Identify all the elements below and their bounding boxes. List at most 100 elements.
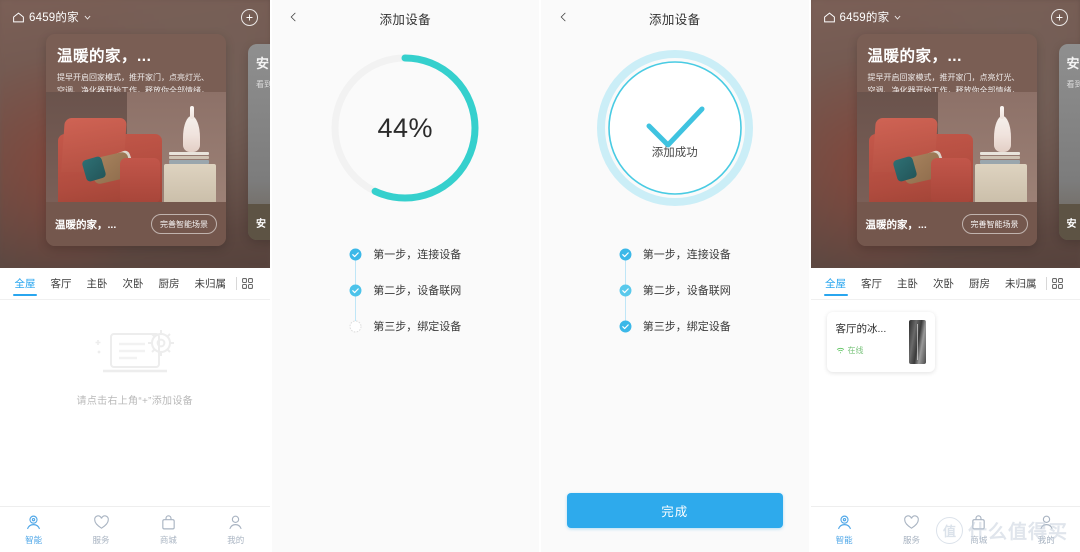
room-tab-0[interactable]: 全屋 (818, 269, 854, 299)
nav-label-smart: 智能 (835, 534, 853, 545)
progress-steps: 第一步，连接设备 第二步，设备联网 第三步，绑定设备 (272, 214, 540, 344)
home-title-group[interactable]: 6459的家 (12, 9, 92, 25)
scene-carousel[interactable]: 温暖的家，... 提早开启回家模式，推开家门，点亮灯光、空调、净化器开始工作，释… (0, 34, 270, 256)
home-title-group[interactable]: 6459的家 (823, 9, 903, 25)
nav-item-service[interactable]: 服务 (67, 514, 134, 546)
scene-card-footer-title: 温暖的家，... (865, 218, 927, 231)
device-status-text: 在线 (847, 346, 864, 355)
step-done-icon (349, 248, 362, 261)
home-icon (823, 12, 835, 22)
person-icon (229, 515, 243, 529)
improve-scene-button[interactable]: 完善智能场景 (961, 214, 1028, 234)
room-tab-4[interactable]: 厨房 (962, 269, 998, 299)
success-steps-inner: 第一步，连接设备 第二步，设备联网 第三步，绑定设备 (619, 236, 731, 344)
room-tab-3[interactable]: 次卧 (115, 269, 151, 299)
nav-label-shop: 商城 (970, 534, 988, 545)
room-tab-1[interactable]: 客厅 (854, 269, 890, 299)
room-tab-5[interactable]: 未归属 (998, 269, 1045, 299)
back-button[interactable] (554, 8, 572, 26)
step-label-2: 第二步，设备联网 (373, 285, 462, 297)
device-card[interactable]: 客厅的冰... 在线 (826, 312, 935, 372)
room-tab-2[interactable]: 主卧 (79, 269, 115, 299)
add-device-progress-screen: 添加设备 44% 第一步，连接设备 第二步，设备联网 第三步，绑定设备 (271, 0, 540, 552)
bottom-nav: 智能 服务 商城 我的 (810, 506, 1080, 552)
nav-label-mine: 我的 (1037, 534, 1055, 545)
room-tab-2[interactable]: 主卧 (890, 269, 926, 299)
photo-armchair-arm (930, 158, 971, 202)
step-done-icon (619, 320, 632, 333)
nav-item-mine[interactable]: 我的 (1013, 514, 1080, 546)
improve-scene-button[interactable]: 完善智能场景 (151, 214, 217, 234)
back-chevron-icon (560, 12, 566, 22)
person-icon (1040, 515, 1053, 529)
nav-item-smart[interactable]: 智能 (0, 514, 67, 546)
scene-card-next[interactable]: 安 看到 安全 不 安 (1058, 44, 1080, 240)
home-icon (13, 12, 24, 22)
step-row-2: 第二步，设备联网 (619, 272, 731, 308)
photo-armchair-arm (120, 158, 160, 202)
success-ring-area: 添加成功 (541, 36, 809, 214)
step-label-1: 第一步，连接设备 (373, 249, 462, 261)
laptop-gear-icon (95, 330, 174, 373)
chevron-down-icon (894, 15, 901, 20)
scene-card-next-heading: 安 (1066, 56, 1080, 71)
heart-icon (904, 514, 919, 529)
add-device-button[interactable] (1051, 8, 1068, 26)
progress-ring-area: 44% (272, 36, 540, 214)
home-screen-2: 6459的家 温暖的家，... 提早开启回家模式，推开家门，点亮灯光、空调、净化… (810, 0, 1080, 552)
scene-card-next-footer: 安 (248, 204, 270, 240)
step-done-icon (619, 248, 632, 261)
back-button[interactable] (285, 8, 303, 26)
plus-icon (246, 14, 252, 20)
step-label-3: 第三步，绑定设备 (642, 321, 731, 333)
home-topbar: 6459的家 (811, 0, 1080, 34)
scene-card[interactable]: 温暖的家，... 提早开启回家模式，推开家门，点亮灯光、空调、净化器开始工作，释… (856, 34, 1037, 246)
step-row-3: 第三步，绑定设备 (349, 308, 461, 344)
scene-card-next[interactable]: 安 看到 安全 不 安 (248, 44, 270, 240)
add-header: 添加设备 (541, 0, 809, 36)
photo-side-table (164, 164, 216, 202)
step-row-1: 第一步，连接设备 (349, 236, 461, 272)
screenshot-stage: 6459的家 温暖的家，... 提早开启回家模式，推开家门，点亮灯光、空调、净化… (0, 0, 1080, 552)
back-chevron-icon (290, 12, 296, 22)
nav-item-smart[interactable]: 智能 (811, 514, 878, 546)
room-tab-0[interactable]: 全屋 (7, 269, 43, 299)
room-tab-4[interactable]: 厨房 (151, 269, 187, 299)
plus-icon (1056, 14, 1063, 20)
scene-carousel[interactable]: 温暖的家，... 提早开启回家模式，推开家门，点亮灯光、空调、净化器开始工作，释… (811, 34, 1080, 256)
add-header: 添加设备 (272, 0, 540, 36)
shop-bag-icon (972, 514, 986, 529)
nav-item-mine[interactable]: 我的 (202, 514, 269, 546)
success-steps: 第一步，连接设备 第二步，设备联网 第三步，绑定设备 (541, 214, 809, 344)
nav-label-service: 服务 (903, 534, 921, 545)
scene-card-next-footer: 安 (1058, 204, 1080, 240)
progress-percent-label: 44% (377, 112, 434, 143)
nav-item-shop[interactable]: 商城 (135, 514, 202, 546)
scene-card[interactable]: 温暖的家，... 提早开启回家模式，推开家门，点亮灯光、空调、净化器开始工作，释… (46, 34, 226, 246)
scene-card-next-body: 看到 安全 不 (1066, 80, 1080, 89)
tabs-divider (235, 277, 237, 290)
home-title-text: 6459的家 (839, 12, 890, 24)
shop-bag-icon (162, 514, 175, 529)
panel-add-progress: 添加设备 44% 第一步，连接设备 第二步，设备联网 第三步，绑定设备 (271, 0, 540, 552)
nav-item-service[interactable]: 服务 (878, 514, 945, 546)
nav-item-shop[interactable]: 商城 (945, 514, 1012, 546)
scene-card-next-body: 看到 安全 不 (256, 80, 270, 89)
success-ring-svg (596, 50, 753, 206)
grid-view-icon[interactable] (1051, 277, 1064, 290)
step-label-1: 第一步，连接设备 (642, 249, 731, 261)
add-device-button[interactable] (240, 8, 258, 26)
progress-steps-inner: 第一步，连接设备 第二步，设备联网 第三步，绑定设备 (349, 236, 461, 344)
panel-home-empty: 6459的家 温暖的家，... 提早开启回家模式，推开家门，点亮灯光、空调、净化… (0, 0, 270, 552)
device-grid: 客厅的冰... 在线 (811, 300, 1080, 372)
room-tab-3[interactable]: 次卧 (926, 269, 962, 299)
room-tab-1[interactable]: 客厅 (43, 269, 79, 299)
room-tab-5[interactable]: 未归属 (187, 269, 234, 299)
done-button[interactable]: 完成 (567, 493, 783, 528)
add-device-success-screen: 添加设备 添加成功 第一步，连接设备 第二步，设备联网 第三步，绑定设备 完成 (541, 0, 809, 552)
refrigerator-thumbnail (908, 320, 926, 364)
smart-icon (27, 515, 41, 529)
grid-view-icon[interactable] (241, 277, 254, 290)
photo-side-table (974, 164, 1027, 202)
empty-state: 请点击右上角“+”添加设备 (0, 300, 270, 407)
